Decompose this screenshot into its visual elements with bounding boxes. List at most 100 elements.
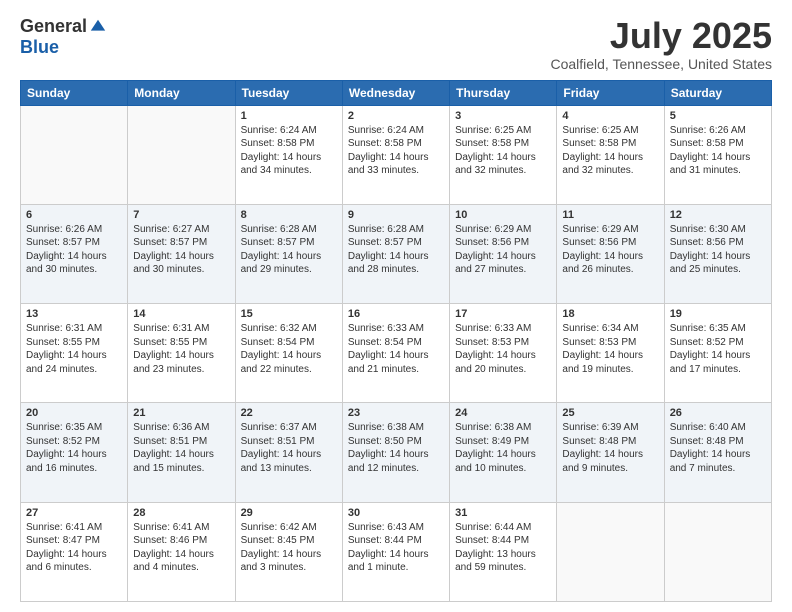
day-number: 6 [26,209,122,221]
calendar-cell: 16 Sunrise: 6:33 AMSunset: 8:54 PMDayligh… [342,304,449,403]
calendar-cell: 17Sunrise: 6:33 AMSunset: 8:53 PMDayligh… [450,304,557,403]
calendar-cell: 1 Sunrise: 6:24 AMSunset: 8:58 PMDaylight… [235,105,342,204]
cell-details: Sunrise: 6:28 AMSunset: 8:57 PMDaylight:… [241,223,337,277]
cell-details: Sunrise: 6:33 AMSunset: 8:54 PMDaylight:… [348,322,444,376]
day-header-saturday: Saturday [664,80,771,105]
day-number: 21 [133,407,229,419]
day-header-sunday: Sunday [21,80,128,105]
cell-details: Sunrise: 6:24 AMSunset: 8:58 PMDaylight:… [241,124,337,178]
month-title: July 2025 [550,16,772,56]
logo-general-text: General [20,16,87,37]
day-number: 26 [670,407,766,419]
cell-details: Sunrise: 6:25 AMSunset: 8:58 PMDaylight:… [562,124,658,178]
day-number: 31 [455,507,551,519]
calendar-cell [21,105,128,204]
day-number: 11 [562,209,658,221]
day-number: 22 [241,407,337,419]
cell-details: Sunrise: 6:38 AMSunset: 8:49 PMDaylight:… [455,421,551,475]
day-number: 7 [133,209,229,221]
cell-details: Sunrise: 6:31 AMSunset: 8:55 PMDaylight:… [133,322,229,376]
page: General Blue July 2025 Coalfield, Tennes… [0,0,792,612]
calendar-cell: 25Sunrise: 6:39 AMSunset: 8:48 PMDayligh… [557,403,664,502]
cell-details: Sunrise: 6:27 AMSunset: 8:57 PMDaylight:… [133,223,229,277]
calendar-cell: 24 Sunrise: 6:38 AMSunset: 8:49 PMDayligh… [450,403,557,502]
title-section: July 2025 Coalfield, Tennessee, United S… [550,16,772,72]
cell-details: Sunrise: 6:26 AMSunset: 8:58 PMDaylight:… [670,124,766,178]
day-header-friday: Friday [557,80,664,105]
cell-details: Sunrise: 6:44 AMSunset: 8:44 PMDaylight:… [455,521,551,575]
day-number: 15 [241,308,337,320]
cell-details: Sunrise: 6:25 AMSunset: 8:58 PMDaylight:… [455,124,551,178]
calendar-week-1: 1 Sunrise: 6:24 AMSunset: 8:58 PMDaylight… [21,105,772,204]
day-number: 16 [348,308,444,320]
calendar-cell: 14 Sunrise: 6:31 AMSunset: 8:55 PMDayligh… [128,304,235,403]
calendar-cell: 27 Sunrise: 6:41 AMSunset: 8:47 PMDayligh… [21,502,128,601]
day-number: 20 [26,407,122,419]
day-number: 29 [241,507,337,519]
calendar-cell: 19 Sunrise: 6:35 AMSunset: 8:52 PMDayligh… [664,304,771,403]
calendar-cell: 5 Sunrise: 6:26 AMSunset: 8:58 PMDaylight… [664,105,771,204]
location: Coalfield, Tennessee, United States [550,56,772,72]
day-number: 14 [133,308,229,320]
calendar-week-2: 6Sunrise: 6:26 AMSunset: 8:57 PMDaylight… [21,204,772,303]
calendar-cell: 29Sunrise: 6:42 AMSunset: 8:45 PMDayligh… [235,502,342,601]
day-number: 27 [26,507,122,519]
cell-details: Sunrise: 6:35 AMSunset: 8:52 PMDaylight:… [670,322,766,376]
cell-details: Sunrise: 6:36 AMSunset: 8:51 PMDaylight:… [133,421,229,475]
day-number: 24 [455,407,551,419]
calendar-cell: 10Sunrise: 6:29 AMSunset: 8:56 PMDayligh… [450,204,557,303]
cell-details: Sunrise: 6:31 AMSunset: 8:55 PMDaylight:… [26,322,122,376]
calendar-cell: 26 Sunrise: 6:40 AMSunset: 8:48 PMDayligh… [664,403,771,502]
calendar-body: 1 Sunrise: 6:24 AMSunset: 8:58 PMDaylight… [21,105,772,601]
calendar-cell: 7 Sunrise: 6:27 AMSunset: 8:57 PMDaylight… [128,204,235,303]
calendar-week-5: 27 Sunrise: 6:41 AMSunset: 8:47 PMDayligh… [21,502,772,601]
calendar-cell: 8Sunrise: 6:28 AMSunset: 8:57 PMDaylight… [235,204,342,303]
cell-details: Sunrise: 6:41 AMSunset: 8:46 PMDaylight:… [133,521,229,575]
day-header-tuesday: Tuesday [235,80,342,105]
day-number: 19 [670,308,766,320]
calendar-week-4: 20 Sunrise: 6:35 AMSunset: 8:52 PMDayligh… [21,403,772,502]
calendar-cell: 22 Sunrise: 6:37 AMSunset: 8:51 PMDayligh… [235,403,342,502]
day-number: 2 [348,110,444,122]
cell-details: Sunrise: 6:24 AMSunset: 8:58 PMDaylight:… [348,124,444,178]
day-number: 23 [348,407,444,419]
logo: General Blue [20,16,107,58]
calendar-cell: 3 Sunrise: 6:25 AMSunset: 8:58 PMDaylight… [450,105,557,204]
day-number: 4 [562,110,658,122]
calendar-cell [557,502,664,601]
calendar-cell: 13 Sunrise: 6:31 AMSunset: 8:55 PMDayligh… [21,304,128,403]
day-number: 9 [348,209,444,221]
logo-blue-text: Blue [20,37,59,58]
calendar-cell [128,105,235,204]
cell-details: Sunrise: 6:43 AMSunset: 8:44 PMDaylight:… [348,521,444,575]
cell-details: Sunrise: 6:38 AMSunset: 8:50 PMDaylight:… [348,421,444,475]
calendar-cell: 4 Sunrise: 6:25 AMSunset: 8:58 PMDaylight… [557,105,664,204]
day-number: 13 [26,308,122,320]
calendar-cell: 15Sunrise: 6:32 AMSunset: 8:54 PMDayligh… [235,304,342,403]
cell-details: Sunrise: 6:35 AMSunset: 8:52 PMDaylight:… [26,421,122,475]
cell-details: Sunrise: 6:40 AMSunset: 8:48 PMDaylight:… [670,421,766,475]
calendar-cell: 23 Sunrise: 6:38 AMSunset: 8:50 PMDayligh… [342,403,449,502]
calendar-cell: 30Sunrise: 6:43 AMSunset: 8:44 PMDayligh… [342,502,449,601]
day-number: 25 [562,407,658,419]
calendar-header-row: SundayMondayTuesdayWednesdayThursdayFrid… [21,80,772,105]
cell-details: Sunrise: 6:29 AMSunset: 8:56 PMDaylight:… [455,223,551,277]
day-number: 12 [670,209,766,221]
calendar-cell: 21 Sunrise: 6:36 AMSunset: 8:51 PMDayligh… [128,403,235,502]
logo-icon [89,18,107,36]
calendar-cell: 18Sunrise: 6:34 AMSunset: 8:53 PMDayligh… [557,304,664,403]
cell-details: Sunrise: 6:41 AMSunset: 8:47 PMDaylight:… [26,521,122,575]
calendar-cell: 12Sunrise: 6:30 AMSunset: 8:56 PMDayligh… [664,204,771,303]
day-number: 3 [455,110,551,122]
calendar-cell: 28 Sunrise: 6:41 AMSunset: 8:46 PMDayligh… [128,502,235,601]
day-number: 5 [670,110,766,122]
cell-details: Sunrise: 6:37 AMSunset: 8:51 PMDaylight:… [241,421,337,475]
day-number: 28 [133,507,229,519]
cell-details: Sunrise: 6:29 AMSunset: 8:56 PMDaylight:… [562,223,658,277]
header: General Blue July 2025 Coalfield, Tennes… [20,16,772,72]
day-number: 1 [241,110,337,122]
day-header-monday: Monday [128,80,235,105]
day-number: 18 [562,308,658,320]
calendar-cell: 31 Sunrise: 6:44 AMSunset: 8:44 PMDayligh… [450,502,557,601]
day-header-wednesday: Wednesday [342,80,449,105]
